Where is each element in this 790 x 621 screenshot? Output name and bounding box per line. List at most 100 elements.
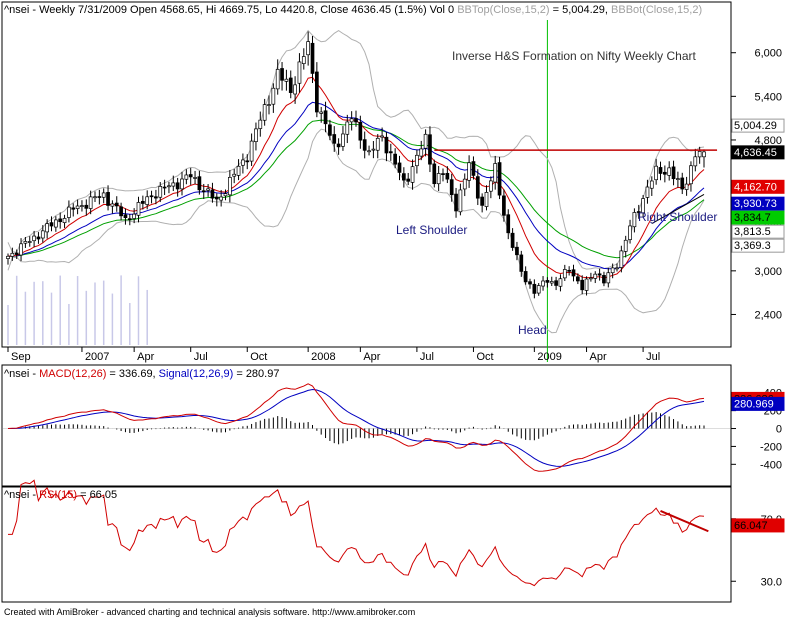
candle-body <box>323 110 328 125</box>
candle-body <box>293 84 297 95</box>
x-tick-label: Oct <box>476 351 493 363</box>
candle-body <box>532 283 537 294</box>
candle-body <box>114 202 119 207</box>
candle-body <box>597 273 602 276</box>
candle-body <box>615 267 619 270</box>
candle-body <box>545 280 550 283</box>
candle-body <box>332 134 337 144</box>
candle-body <box>75 205 80 209</box>
value-tag-text: 4,636.45 <box>734 147 777 159</box>
candle-body <box>188 174 193 178</box>
candle-body <box>628 225 632 240</box>
candle-body <box>149 195 154 198</box>
y-tick-label: -400 <box>760 459 782 471</box>
candle-body <box>232 173 237 177</box>
y-tick-label: 4,800 <box>754 135 782 147</box>
candle-body <box>62 218 67 224</box>
candle-body <box>40 230 45 239</box>
chart-title: Inverse H&S Formation on Nifty Weekly Ch… <box>452 49 697 63</box>
value-tag-text: 66.047 <box>734 520 768 532</box>
candle-body <box>523 271 528 283</box>
candle-body <box>219 196 223 201</box>
candle-body <box>419 148 424 157</box>
candle-body <box>449 179 454 196</box>
candle-body <box>432 163 437 185</box>
candle-body <box>67 206 71 218</box>
candle-body <box>319 111 324 114</box>
candle-body <box>154 196 158 199</box>
candle-body <box>415 154 419 167</box>
candle-body <box>306 41 310 56</box>
macd-header-name: MACD(12,26) <box>39 368 106 380</box>
candle-body <box>258 119 263 129</box>
candle-body <box>193 177 197 179</box>
candle-body <box>249 140 254 162</box>
y-tick-label: 3,000 <box>754 266 782 278</box>
candle-body <box>497 162 502 196</box>
candle-body <box>671 166 676 180</box>
candle-body <box>132 213 136 219</box>
candle-body <box>119 206 123 217</box>
candle-body <box>45 223 50 233</box>
candle-body <box>297 61 302 84</box>
candle-body <box>223 193 228 197</box>
candle-body <box>684 183 689 190</box>
candle-body <box>145 196 150 205</box>
candle-body <box>23 241 28 244</box>
candle-body <box>180 178 184 190</box>
candle-body <box>88 196 93 209</box>
candle-body <box>654 165 659 181</box>
candle-body <box>275 68 280 90</box>
candle-body <box>93 196 97 199</box>
candle-body <box>280 68 284 81</box>
candle-body <box>593 273 598 279</box>
candle-body <box>536 285 541 294</box>
candle-body <box>315 71 319 113</box>
candle-body <box>428 134 432 165</box>
candle-body <box>406 178 411 182</box>
candle-body <box>101 192 106 198</box>
candle-body <box>667 167 672 176</box>
candle-body <box>693 156 698 167</box>
candle-body <box>53 219 58 228</box>
candle-body <box>380 135 384 138</box>
candle-body <box>562 269 567 279</box>
candle-body <box>210 189 215 199</box>
candle-body <box>84 204 89 209</box>
candle-body <box>567 269 572 272</box>
candle-body <box>106 192 110 206</box>
candle-body <box>375 137 380 151</box>
y-tick-label: 30.0 <box>761 576 782 588</box>
candle-body <box>214 196 219 200</box>
candle-body <box>515 246 519 256</box>
x-tick-label: Apr <box>137 351 154 363</box>
candle-body <box>658 167 663 174</box>
candle-body <box>371 148 376 151</box>
candle-body <box>619 250 624 268</box>
x-tick-label: Jul <box>420 351 434 363</box>
candle-body <box>228 177 232 196</box>
x-tick-label: 2008 <box>311 351 335 363</box>
y-tick-label: 6,000 <box>754 48 782 60</box>
candle-body <box>436 173 441 185</box>
y-tick-label: 2,400 <box>754 309 782 321</box>
candle-body <box>689 165 693 185</box>
candle-body <box>423 133 428 149</box>
candle-body <box>301 56 306 64</box>
rsi-header-value: = 66.05 <box>77 489 117 501</box>
candle-body <box>158 186 163 198</box>
candle-body <box>80 205 84 207</box>
candle-body <box>402 173 406 181</box>
signal-header-value: = 280.97 <box>233 368 279 380</box>
value-tag-text: 280.969 <box>734 398 774 410</box>
candle-body <box>484 192 489 207</box>
right-shoulder-label: Right Shoulder <box>638 210 717 224</box>
candle-body <box>197 176 202 191</box>
price-header-bbtop: BBTop(Close,15,2) <box>454 4 549 16</box>
x-tick-label: Apr <box>363 351 380 363</box>
price-header-bbbot: BBBot(Close,15,2) <box>611 4 702 16</box>
candle-body <box>271 87 276 105</box>
value-tag-text: 5,004.29 <box>734 120 777 132</box>
candle-body <box>262 104 267 121</box>
candle-body <box>245 160 250 163</box>
